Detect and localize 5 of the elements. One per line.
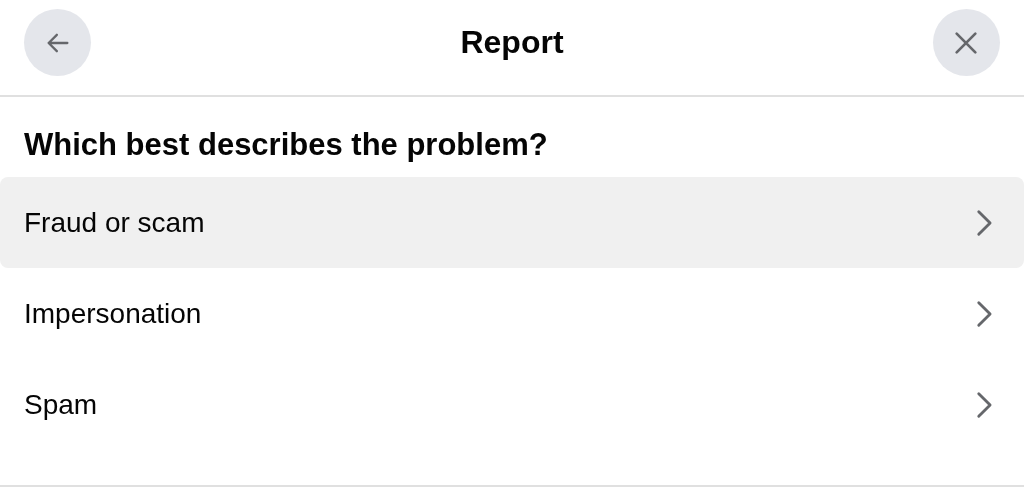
option-row[interactable]: Spam: [0, 359, 1024, 450]
dialog-title: Report: [460, 24, 564, 61]
question-heading: Which best describes the problem?: [23, 126, 549, 164]
option-row[interactable]: Impersonation: [0, 268, 1024, 359]
option-row[interactable]: Fraud or scam: [0, 177, 1024, 268]
